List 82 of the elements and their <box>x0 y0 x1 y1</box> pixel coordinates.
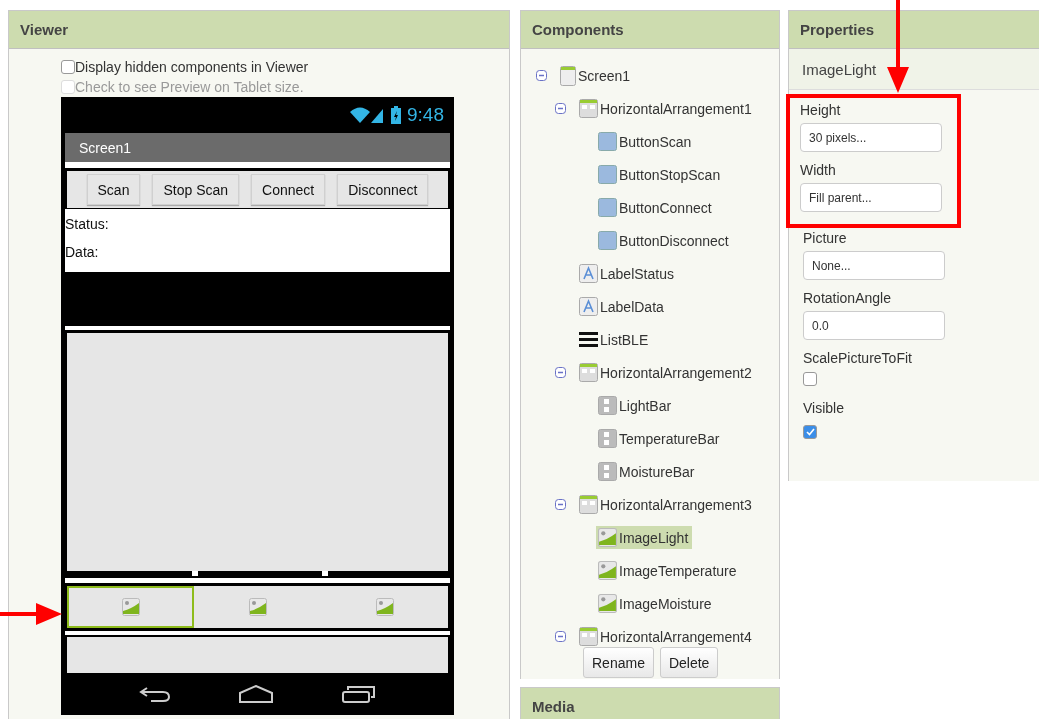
arrangement-icon <box>579 627 598 646</box>
phone-button[interactable]: Scan <box>86 174 141 205</box>
tree-item[interactable]: HorizontalArrangement2 <box>577 361 756 384</box>
property-label: Picture <box>803 229 848 248</box>
option-label: Check to see Preview on Tablet size. <box>75 79 304 95</box>
button-icon <box>598 132 617 151</box>
property-checkbox[interactable] <box>803 372 817 386</box>
slider-icon <box>598 429 617 448</box>
property-label: RotationAngle <box>803 289 892 308</box>
tree-item[interactable]: Screen1 <box>558 63 635 88</box>
list-icon <box>579 331 598 348</box>
image-icon <box>598 528 617 547</box>
option-label: Display hidden components in Viewer <box>75 59 309 75</box>
tree-item[interactable]: ImageLight <box>596 526 693 549</box>
collapse-icon[interactable] <box>536 70 547 81</box>
tree-item[interactable]: LabelStatus <box>577 262 678 285</box>
collapse-icon[interactable] <box>555 499 566 510</box>
status-label: Data: <box>65 244 100 261</box>
slider-icon <box>598 462 617 481</box>
tree-item[interactable]: HorizontalArrangement3 <box>577 493 756 516</box>
pointer-arrow <box>0 602 62 626</box>
phone-button[interactable]: Connect <box>251 174 326 205</box>
tree-item[interactable]: TemperatureBar <box>596 427 724 450</box>
property-label: Width <box>800 161 837 180</box>
property-field[interactable]: 30 pixels... <box>800 123 942 152</box>
arrangement-icon <box>579 363 598 382</box>
tree-item[interactable]: HorizontalArrangement4 <box>577 625 756 648</box>
tree-item[interactable]: LightBar <box>596 394 676 417</box>
panel-header: Viewer <box>9 11 509 49</box>
screen-icon <box>560 65 576 86</box>
collapse-icon[interactable] <box>555 103 566 114</box>
clock-time: 9:48 <box>407 104 444 126</box>
button-icon <box>598 198 617 217</box>
panel-header: Properties <box>789 11 1039 49</box>
action-button[interactable]: Rename <box>583 647 654 678</box>
wifi-signal-icon <box>349 106 385 124</box>
divider-mark <box>192 571 198 576</box>
tree-item[interactable]: LabelData <box>577 295 668 318</box>
panel-header: Media <box>521 688 779 719</box>
property-label: Height <box>800 101 842 120</box>
arrangement-icon <box>579 495 598 514</box>
phone-button[interactable]: Disconnect <box>337 174 429 205</box>
tree-item[interactable]: ImageMoisture <box>596 592 716 615</box>
action-button[interactable]: Delete <box>659 647 719 678</box>
status-label: Status: <box>65 216 110 233</box>
battery-icon <box>391 106 401 124</box>
button-icon <box>598 165 617 184</box>
slider-icon <box>598 396 617 415</box>
label-icon <box>579 264 598 283</box>
property-label: Visible <box>803 399 845 418</box>
component-name: ImageLight <box>789 49 1039 90</box>
image-icon <box>121 598 140 616</box>
tree-item[interactable]: MoistureBar <box>596 460 699 483</box>
phone-button[interactable]: Stop Scan <box>152 174 240 205</box>
divider-mark <box>322 571 328 576</box>
collapse-icon[interactable] <box>555 631 566 642</box>
image-icon <box>375 598 394 616</box>
property-field[interactable]: 0.0 <box>803 311 945 340</box>
panel-header: Components <box>521 11 779 49</box>
tree-item[interactable]: ButtonDisconnect <box>596 229 733 252</box>
option-checkbox[interactable] <box>61 60 75 74</box>
back-icon[interactable] <box>138 685 171 703</box>
arrangement-icon <box>579 99 598 118</box>
button-icon <box>598 231 617 250</box>
property-field[interactable]: None... <box>803 251 945 280</box>
tree-item[interactable]: ListBLE <box>577 329 653 350</box>
recent-apps-icon[interactable] <box>342 685 377 703</box>
label-icon <box>579 297 598 316</box>
property-checkbox[interactable] <box>803 425 817 439</box>
property-label: ScalePictureToFit <box>803 349 913 368</box>
tree-item[interactable]: ButtonScan <box>596 130 696 153</box>
tree-item[interactable]: ButtonConnect <box>596 196 716 219</box>
tree-item[interactable]: ButtonStopScan <box>596 163 725 186</box>
tree-item[interactable]: ImageTemperature <box>596 559 741 582</box>
image-icon <box>248 598 267 616</box>
screen-title-bar: Screen1 <box>65 133 450 162</box>
home-icon[interactable] <box>238 685 275 703</box>
image-icon <box>598 561 617 580</box>
tree-item[interactable]: HorizontalArrangement1 <box>577 97 756 120</box>
image-icon <box>598 594 617 613</box>
property-field[interactable]: Fill parent... <box>800 183 942 212</box>
collapse-icon[interactable] <box>555 367 566 378</box>
